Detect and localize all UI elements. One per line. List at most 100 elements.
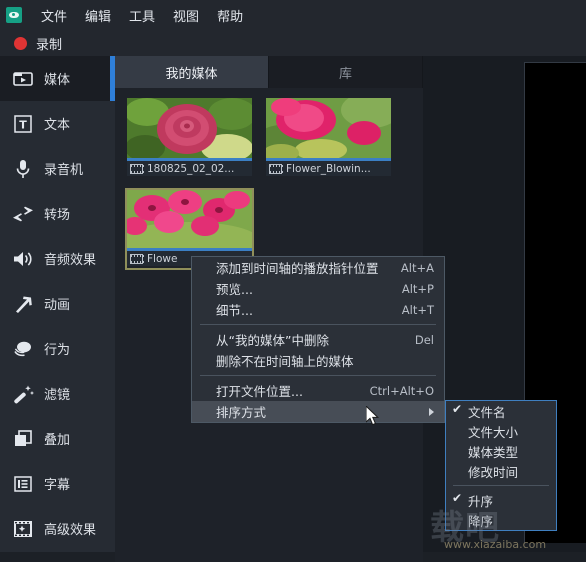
ctx-item-label: 打开文件位置... (216, 384, 303, 399)
microphone-icon (10, 156, 36, 182)
ctx-item-label: 排序方式 (216, 405, 267, 420)
submenu-sort-descending[interactable]: 降序 (446, 510, 556, 530)
record-button-label[interactable]: 录制 (36, 34, 62, 53)
filmstrip-icon (130, 253, 144, 264)
ctx-item-label: 细节... (216, 303, 253, 318)
menu-tools[interactable]: 工具 (120, 3, 164, 28)
submenu-item-label: 修改时间 (468, 464, 519, 480)
sidebar-item-advanced-effects[interactable]: 高级效果 (0, 506, 115, 551)
media-thumbnail-item[interactable]: 180825_02_02... (127, 98, 252, 176)
sidebar-item-label: 高级效果 (44, 523, 97, 538)
submenu-sort-modified[interactable]: 修改时间 (446, 461, 556, 481)
menu-bar: 文件 编辑 工具 视图 帮助 (0, 0, 586, 30)
submenu-separator (453, 485, 549, 486)
filmstrip-icon (269, 163, 283, 174)
thumbnail-image (127, 190, 252, 248)
thumbnail-image (266, 98, 391, 158)
ctx-item-shortcut: Del (414, 332, 434, 347)
sidebar-item-label: 录音机 (44, 163, 84, 178)
submenu-sort-mediatype[interactable]: 媒体类型 (446, 441, 556, 461)
ctx-remove-unused[interactable]: 删除不在时间轴上的媒体 (192, 350, 444, 371)
ctx-sort-by[interactable]: 排序方式 (192, 401, 444, 422)
record-dot-icon[interactable] (14, 36, 27, 50)
ctx-item-label: 添加到时间轴的播放指针位置 (216, 261, 379, 276)
panel-tabs: 我的媒体 库 (115, 56, 423, 88)
arrow-up-right-icon (10, 291, 36, 317)
sidebar-item-label: 叠加 (44, 433, 71, 448)
media-filename: 180825_02_02... (147, 162, 235, 175)
advanced-effects-icon (10, 516, 36, 542)
submenu-item-label: 文件大小 (468, 424, 519, 440)
submenu-sort-filesize[interactable]: 文件大小 (446, 421, 556, 441)
context-menu-separator (200, 375, 436, 376)
sidebar-item-label: 音频效果 (44, 253, 97, 268)
magic-wand-icon (10, 381, 36, 407)
speaker-icon (10, 246, 36, 272)
media-thumbnail-item[interactable]: Flower_Blowin... (266, 98, 391, 176)
sidebar-item-filters[interactable]: 滤镜 (0, 371, 115, 416)
media-folder-icon (10, 66, 36, 92)
app-logo-icon (6, 7, 22, 23)
sidebar-item-behaviors[interactable]: 行为 (0, 326, 115, 371)
ctx-preview[interactable]: 预览... Alt+P (192, 278, 444, 299)
chevron-right-icon (429, 407, 434, 416)
captions-icon (10, 471, 36, 497)
sidebar-item-overlays[interactable]: 叠加 (0, 416, 115, 461)
behaviors-icon (10, 336, 36, 362)
check-icon: ✔ (452, 491, 463, 505)
sidebar-item-label: 转场 (44, 208, 71, 223)
media-row-1: 180825_02_02... Flower_Blowin... (127, 98, 423, 176)
submenu-item-label: 升序 (468, 493, 494, 509)
tab-library[interactable]: 库 (269, 56, 423, 88)
thumbnail-caption: Flower_Blowin... (266, 161, 391, 176)
sidebar-item-label: 行为 (44, 343, 71, 358)
menu-help[interactable]: 帮助 (208, 3, 252, 28)
record-bar: 录制 (0, 30, 586, 56)
menu-edit[interactable]: 编辑 (76, 3, 120, 28)
sidebar-item-captions[interactable]: 字幕 (0, 461, 115, 506)
sidebar-item-media[interactable]: 媒体 (0, 56, 115, 101)
submenu-item-label: 文件名 (468, 404, 506, 420)
sidebar-item-label: 文本 (44, 118, 71, 133)
sidebar-item-label: 滤镜 (44, 388, 71, 403)
check-icon: ✔ (452, 402, 463, 416)
ctx-add-to-timeline[interactable]: 添加到时间轴的播放指针位置 Alt+A (192, 257, 444, 278)
sidebar-item-transitions[interactable]: 转场 (0, 191, 115, 236)
sidebar-item-label: 媒体 (44, 73, 71, 88)
ctx-item-label: 删除不在时间轴上的媒体 (216, 354, 354, 369)
submenu-item-label: 降序 (468, 513, 494, 529)
svg-text:T: T (19, 118, 27, 131)
sort-by-submenu: ✔ 文件名 文件大小 媒体类型 修改时间 ✔ 升序 降序 (445, 400, 557, 531)
sidebar-item-voice-recorder[interactable]: 录音机 (0, 146, 115, 191)
submenu-sort-filename[interactable]: ✔ 文件名 (446, 401, 556, 421)
ctx-open-file-location[interactable]: 打开文件位置... Ctrl+Alt+O (192, 380, 444, 401)
sidebar: 媒体 T 文本 录音机 转场 音频效果 动画 行为 滤镜 叠加 字幕 高级效果 (0, 56, 115, 552)
layers-icon (10, 426, 36, 452)
ctx-item-shortcut: Alt+T (401, 302, 434, 317)
ctx-item-label: 预览... (216, 282, 253, 297)
thumbnail-caption: 180825_02_02... (127, 161, 252, 176)
sidebar-item-animations[interactable]: 动画 (0, 281, 115, 326)
ctx-remove-from-my-media[interactable]: 从“我的媒体”中删除 Del (192, 329, 444, 350)
context-menu: 添加到时间轴的播放指针位置 Alt+A 预览... Alt+P 细节... Al… (191, 256, 445, 423)
ctx-item-label: 从“我的媒体”中删除 (216, 333, 329, 348)
transition-arrows-icon (10, 201, 36, 227)
sidebar-item-audio-effects[interactable]: 音频效果 (0, 236, 115, 281)
ctx-item-shortcut: Ctrl+Alt+O (369, 383, 434, 398)
sidebar-item-text[interactable]: T 文本 (0, 101, 115, 146)
media-filename: Flowe (147, 252, 178, 265)
media-filename: Flower_Blowin... (286, 162, 371, 175)
thumbnail-image (127, 98, 252, 158)
menu-file[interactable]: 文件 (32, 3, 76, 28)
submenu-item-label: 媒体类型 (468, 444, 519, 460)
text-icon: T (10, 111, 36, 137)
ctx-item-shortcut: Alt+A (400, 260, 434, 275)
submenu-sort-ascending[interactable]: ✔ 升序 (446, 490, 556, 510)
sidebar-item-label: 动画 (44, 298, 71, 313)
context-menu-separator (200, 324, 436, 325)
ctx-details[interactable]: 细节... Alt+T (192, 299, 444, 320)
ctx-item-shortcut: Alt+P (401, 281, 434, 296)
menu-view[interactable]: 视图 (164, 3, 208, 28)
filmstrip-icon (130, 163, 144, 174)
tab-my-media[interactable]: 我的媒体 (115, 56, 269, 88)
